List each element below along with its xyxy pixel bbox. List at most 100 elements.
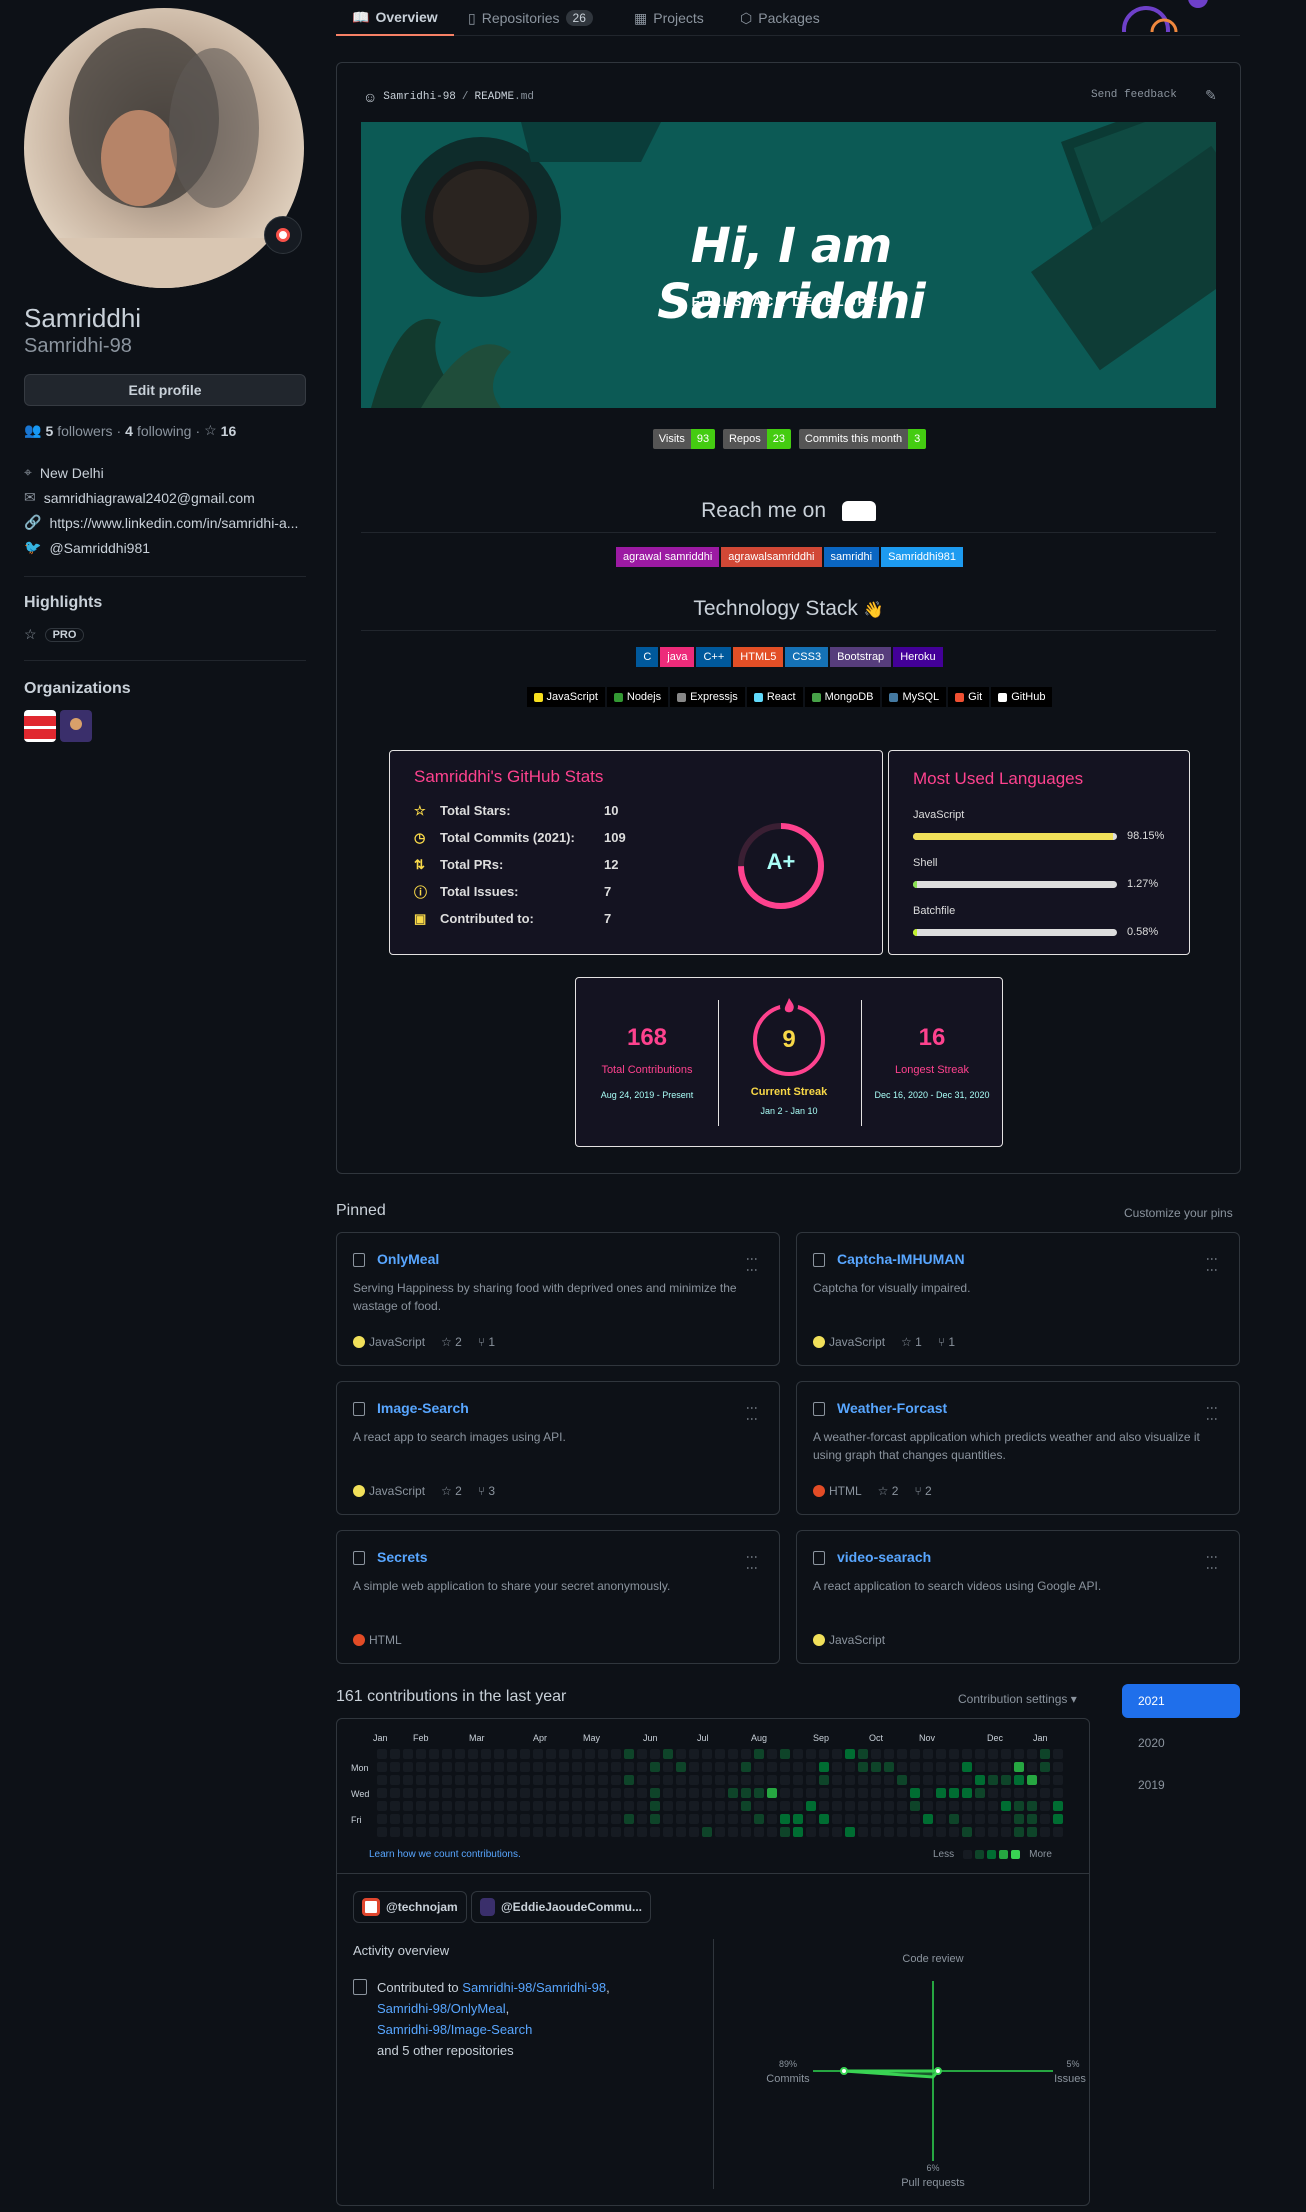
contribution-day[interactable]: [377, 1775, 387, 1785]
contribution-day[interactable]: [884, 1749, 894, 1759]
contribution-day[interactable]: [572, 1814, 582, 1824]
contribution-day[interactable]: [416, 1801, 426, 1811]
contribution-day[interactable]: [1014, 1775, 1024, 1785]
contribution-day[interactable]: [715, 1749, 725, 1759]
contribution-day[interactable]: [819, 1762, 829, 1772]
contribution-day[interactable]: [689, 1775, 699, 1785]
contribution-day[interactable]: [637, 1827, 647, 1837]
contribution-day[interactable]: [949, 1762, 959, 1772]
contribution-day[interactable]: [676, 1814, 686, 1824]
contribution-day[interactable]: [1053, 1801, 1063, 1811]
contribution-day[interactable]: [988, 1827, 998, 1837]
contribution-day[interactable]: [429, 1827, 439, 1837]
org-filter-eddiejaoude[interactable]: @EddieJaoudeCommu...: [471, 1891, 651, 1923]
contribution-day[interactable]: [754, 1788, 764, 1798]
contribution-day[interactable]: [429, 1749, 439, 1759]
contribution-day[interactable]: [559, 1762, 569, 1772]
contribution-day[interactable]: [858, 1775, 868, 1785]
contribution-day[interactable]: [806, 1801, 816, 1811]
contribution-day[interactable]: [897, 1814, 907, 1824]
repo-link[interactable]: Samridhi-98/OnlyMeal: [377, 2001, 506, 2016]
contribution-day[interactable]: [936, 1788, 946, 1798]
drag-handle-icon[interactable]: ⋮⋮: [745, 1551, 759, 1573]
contribution-day[interactable]: [845, 1827, 855, 1837]
contribution-day[interactable]: [468, 1814, 478, 1824]
contribution-day[interactable]: [702, 1749, 712, 1759]
contribution-day[interactable]: [780, 1788, 790, 1798]
contribution-day[interactable]: [936, 1775, 946, 1785]
contribution-day[interactable]: [1053, 1788, 1063, 1798]
contribution-day[interactable]: [689, 1801, 699, 1811]
contribution-day[interactable]: [598, 1762, 608, 1772]
contribution-day[interactable]: [728, 1749, 738, 1759]
contribution-day[interactable]: [910, 1788, 920, 1798]
contribution-day[interactable]: [533, 1775, 543, 1785]
drag-handle-icon[interactable]: ⋮⋮: [745, 1253, 759, 1275]
contribution-day[interactable]: [832, 1827, 842, 1837]
org-filter-technojam[interactable]: @technojam: [353, 1891, 467, 1923]
contribution-day[interactable]: [455, 1827, 465, 1837]
contribution-day[interactable]: [611, 1827, 621, 1837]
contribution-day[interactable]: [546, 1788, 556, 1798]
contribution-day[interactable]: [1014, 1762, 1024, 1772]
contribution-day[interactable]: [754, 1801, 764, 1811]
contribution-day[interactable]: [702, 1827, 712, 1837]
contribution-day[interactable]: [858, 1749, 868, 1759]
contribution-day[interactable]: [923, 1814, 933, 1824]
contribution-day[interactable]: [858, 1827, 868, 1837]
contribution-day[interactable]: [793, 1775, 803, 1785]
contribution-day[interactable]: [546, 1814, 556, 1824]
contribution-day[interactable]: [572, 1827, 582, 1837]
stars-link[interactable]: ☆ 2: [441, 1335, 462, 1349]
contribution-day[interactable]: [403, 1762, 413, 1772]
contribution-day[interactable]: [949, 1801, 959, 1811]
contribution-day[interactable]: [611, 1749, 621, 1759]
contribution-day[interactable]: [650, 1814, 660, 1824]
contribution-day[interactable]: [585, 1749, 595, 1759]
contribution-settings-dropdown[interactable]: Contribution settings ▾: [958, 1692, 1077, 1706]
contribution-day[interactable]: [910, 1801, 920, 1811]
contribution-day[interactable]: [624, 1788, 634, 1798]
contribution-day[interactable]: [715, 1814, 725, 1824]
contribution-day[interactable]: [507, 1749, 517, 1759]
edit-profile-button[interactable]: Edit profile: [24, 374, 306, 406]
contribution-day[interactable]: [923, 1775, 933, 1785]
contribution-day[interactable]: [689, 1749, 699, 1759]
contribution-day[interactable]: [845, 1814, 855, 1824]
contribution-day[interactable]: [481, 1814, 491, 1824]
contribution-day[interactable]: [949, 1788, 959, 1798]
contribution-day[interactable]: [442, 1788, 452, 1798]
contribution-day[interactable]: [1027, 1749, 1037, 1759]
contribution-day[interactable]: [637, 1749, 647, 1759]
contribution-day[interactable]: [1001, 1749, 1011, 1759]
contribution-day[interactable]: [533, 1814, 543, 1824]
avatar[interactable]: [24, 8, 304, 288]
contribution-day[interactable]: [845, 1788, 855, 1798]
stars-count[interactable]: 16: [221, 423, 237, 439]
contribution-day[interactable]: [819, 1775, 829, 1785]
contribution-day[interactable]: [793, 1762, 803, 1772]
contribution-day[interactable]: [663, 1749, 673, 1759]
contribution-day[interactable]: [741, 1827, 751, 1837]
tab-projects[interactable]: ▦ Projects: [634, 0, 704, 36]
contribution-day[interactable]: [676, 1788, 686, 1798]
contribution-day[interactable]: [884, 1788, 894, 1798]
contribution-day[interactable]: [585, 1788, 595, 1798]
contribution-day[interactable]: [975, 1827, 985, 1837]
contribution-day[interactable]: [793, 1827, 803, 1837]
contribution-day[interactable]: [468, 1762, 478, 1772]
contribution-day[interactable]: [481, 1775, 491, 1785]
social-badge[interactable]: Samriddhi981: [881, 547, 963, 567]
contribution-day[interactable]: [520, 1827, 530, 1837]
contribution-day[interactable]: [377, 1788, 387, 1798]
contribution-day[interactable]: [1053, 1749, 1063, 1759]
contribution-day[interactable]: [468, 1801, 478, 1811]
contribution-day[interactable]: [663, 1788, 673, 1798]
contribution-day[interactable]: [624, 1775, 634, 1785]
contribution-day[interactable]: [390, 1814, 400, 1824]
followers-label[interactable]: followers: [57, 423, 112, 439]
contribution-day[interactable]: [715, 1775, 725, 1785]
contribution-day[interactable]: [780, 1775, 790, 1785]
contribution-day[interactable]: [1027, 1775, 1037, 1785]
contribution-day[interactable]: [910, 1762, 920, 1772]
